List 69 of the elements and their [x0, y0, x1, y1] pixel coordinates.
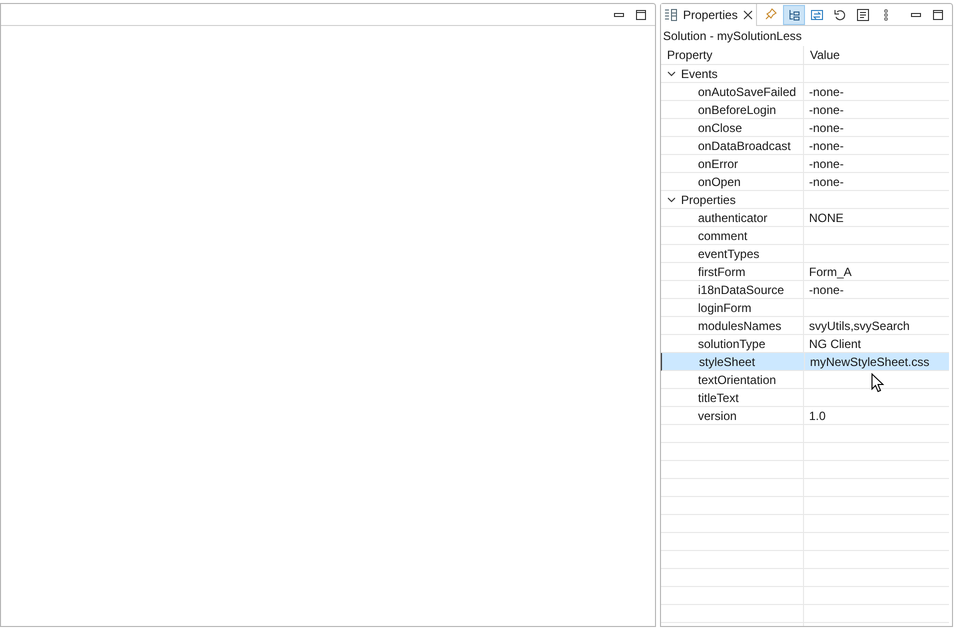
chevron-down-icon[interactable] [667, 196, 676, 202]
property-row[interactable]: onAutoSaveFailed -none- [661, 83, 949, 101]
property-row[interactable]: eventTypes [661, 245, 949, 263]
property-name: authenticator [698, 210, 768, 226]
property-value: -none- [809, 138, 844, 154]
property-name: onError [698, 156, 738, 172]
property-name: onDataBroadcast [698, 138, 791, 154]
column-header: Value [810, 47, 840, 64]
pin-icon [764, 8, 778, 22]
property-row[interactable]: onDataBroadcast -none- [661, 137, 949, 155]
property-name: loginForm [698, 300, 752, 316]
property-row[interactable]: loginForm [661, 299, 949, 317]
property-value: -none- [809, 84, 844, 100]
property-row[interactable]: modulesNames svyUtils,svySearch [661, 317, 949, 335]
tree-button[interactable] [782, 4, 805, 24]
chevron-down-icon[interactable] [667, 70, 676, 76]
property-value: -none- [809, 174, 844, 190]
property-value: NONE [809, 210, 844, 226]
minimize-icon[interactable] [911, 12, 921, 16]
property-name: onOpen [698, 174, 741, 190]
property-row[interactable]: styleSheet myNewStyleSheet.css [661, 353, 949, 371]
properties-icon [664, 8, 678, 22]
column-header: Property [667, 47, 712, 64]
property-name: firstForm [698, 264, 746, 280]
property-value: myNewStyleSheet.css [810, 354, 930, 370]
property-value: 1.0 [809, 408, 826, 424]
property-name: i18nDataSource [698, 282, 784, 298]
property-name: styleSheet [699, 354, 756, 370]
tab-label: Properties [683, 6, 738, 24]
properties-tab[interactable]: Properties [661, 4, 757, 26]
property-row[interactable]: i18nDataSource -none- [661, 281, 949, 299]
undo-icon [832, 8, 847, 22]
close-icon[interactable] [742, 10, 753, 20]
property-name: comment [698, 228, 748, 244]
property-value: -none- [809, 120, 844, 136]
property-row[interactable]: onError -none- [661, 155, 949, 173]
maximize-icon[interactable] [636, 10, 646, 20]
property-row[interactable]: comment [661, 227, 949, 245]
property-name: onAutoSaveFailed [698, 84, 796, 100]
tree-icon [786, 8, 801, 22]
sync-icon [810, 8, 824, 22]
group-label: Properties [681, 192, 736, 208]
property-name: modulesNames [698, 318, 782, 334]
property-name: version [698, 408, 737, 424]
property-value: svyUtils,svySearch [809, 318, 910, 334]
property-value: -none- [809, 282, 844, 298]
property-name: onClose [698, 120, 742, 136]
property-row[interactable]: authenticator NONE [661, 209, 949, 227]
property-row[interactable]: firstForm Form_A [661, 263, 949, 281]
property-name: solutionType [698, 336, 766, 352]
property-value: Form_A [809, 264, 852, 280]
property-name: eventTypes [698, 246, 760, 262]
maximize-icon[interactable] [933, 10, 943, 20]
group-label: Events [681, 66, 718, 82]
property-row[interactable]: onClose -none- [661, 119, 949, 137]
solution-title: Solution - mySolutionLess [663, 28, 802, 45]
minimize-icon[interactable] [614, 12, 624, 16]
property-name: titleText [698, 390, 739, 406]
document-icon [856, 8, 870, 22]
property-name: onBeforeLogin [698, 102, 776, 118]
cursor-icon [871, 373, 885, 393]
property-name: textOrientation [698, 372, 776, 388]
property-row[interactable]: onOpen -none- [661, 173, 949, 191]
property-value: -none- [809, 156, 844, 172]
property-value: NG Client [809, 336, 862, 352]
property-row[interactable]: onBeforeLogin -none- [661, 101, 949, 119]
property-row[interactable]: version 1.0 [661, 407, 949, 425]
property-value: -none- [809, 102, 844, 118]
property-row[interactable]: titleText [661, 389, 949, 407]
